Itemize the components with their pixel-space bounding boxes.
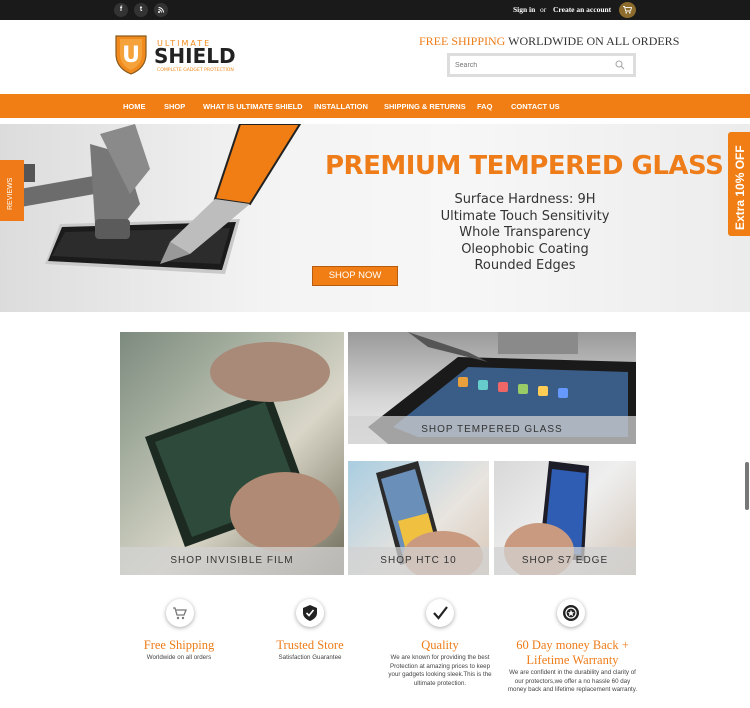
tile-invisible-film-image (145, 342, 340, 552)
or-separator: or (540, 5, 547, 14)
extra-discount-tab[interactable]: Extra 10% OFF (728, 132, 750, 236)
search-box (447, 53, 636, 77)
hero-product-image (0, 124, 302, 274)
feature-title-trusted-store: Trusted Store (276, 638, 344, 652)
logo-main-text: SHIELD (154, 44, 236, 68)
sign-in-link[interactable]: Sign in (513, 5, 535, 14)
hero-feature: Whole Transparency (459, 225, 591, 240)
tile-label: SHOP INVISIBLE FILM (120, 547, 344, 575)
shield-check-icon (296, 599, 324, 627)
rss-icon[interactable] (154, 3, 168, 17)
feature-desc-trusted-store: Satisfaction Guarantee (278, 654, 342, 661)
reviews-tab-label: REVIEWS (7, 177, 14, 210)
top-bar: f t Sign in or Create an account (0, 0, 750, 20)
feature-desc-quality: We are known for providing the best Prot… (388, 654, 492, 687)
hero-feature: Oleophobic Coating (461, 241, 589, 257)
search-icon[interactable] (615, 60, 625, 70)
award-badge-icon (557, 599, 585, 627)
feature-desc-warranty: We are confident in the durability and c… (507, 669, 638, 693)
hero-feature: Rounded Edges (474, 258, 576, 273)
feature-title-quality: Quality (421, 638, 459, 652)
main-nav: HOME SHOP WHAT IS ULTIMATE SHIELD INSTAL… (0, 94, 750, 118)
hero-banner[interactable]: PREMIUM TEMPERED GLASS Surface Hardness:… (0, 124, 750, 312)
tile-htc-10[interactable]: SHOP HTC 10 (348, 461, 489, 575)
feature-title-free-shipping: Free Shipping (143, 638, 215, 652)
shop-now-button[interactable]: SHOP NOW (312, 266, 398, 286)
tile-label: SHOP TEMPERED GLASS (348, 416, 636, 444)
hero-feature: Ultimate Touch Sensitivity (440, 208, 610, 224)
extra-discount-label: Extra 10% OFF (733, 145, 747, 230)
nav-home[interactable]: HOME (123, 102, 146, 111)
tile-invisible-film[interactable]: SHOP INVISIBLE FILM (120, 332, 344, 575)
cart-button[interactable] (619, 2, 636, 18)
feature-desc-free-shipping: Worldwide on all orders (146, 654, 212, 661)
tile-label: SHOP S7 EDGE (494, 547, 636, 575)
nav-contact-us[interactable]: CONTACT US (511, 102, 560, 111)
facebook-icon[interactable]: f (114, 3, 128, 17)
reviews-tab[interactable]: REVIEWS (0, 160, 24, 221)
tile-tempered-glass[interactable]: SHOP TEMPERED GLASS (348, 332, 636, 444)
shipping-promo: FREE SHIPPING WORLDWIDE ON ALL ORDERS (419, 34, 679, 49)
twitter-icon[interactable]: t (134, 3, 148, 17)
nav-installation[interactable]: INSTALLATION (314, 102, 368, 111)
cart-icon (623, 6, 632, 14)
hero-feature: Surface Hardness: 9H (454, 192, 596, 207)
hero-features: Surface Hardness: 9H Ultimate Touch Sens… (420, 192, 630, 275)
nav-shop[interactable]: SHOP (164, 102, 185, 111)
checkmark-icon (426, 599, 454, 627)
site-logo[interactable]: U ULTIMATE SHIELD COMPLETE GADGET PROTEC… (113, 34, 253, 76)
hero-title: PREMIUM TEMPERED GLASS (325, 151, 724, 181)
tile-s7-edge[interactable]: SHOP S7 EDGE (494, 461, 636, 575)
nav-faq[interactable]: FAQ (477, 102, 492, 111)
nav-shipping-returns[interactable]: SHIPPING & RETURNS (384, 102, 466, 111)
nav-what-is-ultimate-shield[interactable]: WHAT IS ULTIMATE SHIELD (203, 102, 303, 111)
logo-tagline: COMPLETE GADGET PROTECTION (157, 67, 234, 73)
create-account-link[interactable]: Create an account (553, 5, 611, 14)
scrollbar[interactable] (745, 462, 749, 510)
cart-icon (166, 599, 194, 627)
feature-title-warranty: 60 Day money Back + Lifetime Warranty (516, 638, 629, 667)
svg-text:U: U (122, 43, 140, 68)
tile-label: SHOP HTC 10 (348, 547, 489, 575)
promo-highlight: FREE SHIPPING (419, 34, 506, 48)
promo-rest: WORLDWIDE ON ALL ORDERS (508, 34, 680, 48)
search-input[interactable] (455, 58, 605, 72)
